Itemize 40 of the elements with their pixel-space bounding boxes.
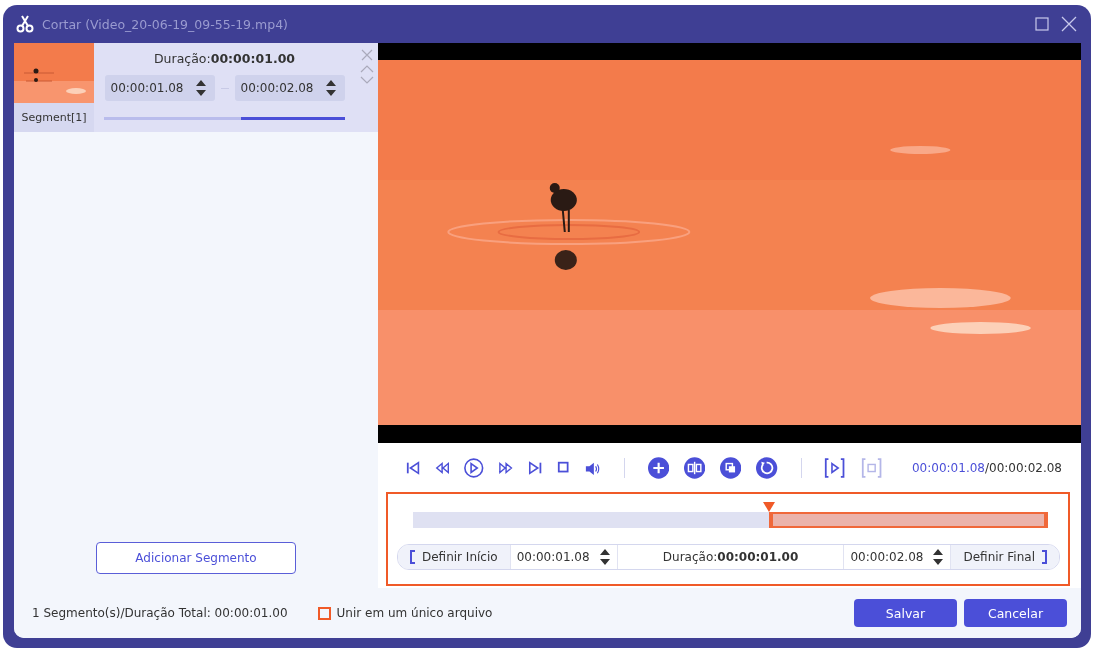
window-title: Cortar (Video_20-06-19_09-55-19.mp4) [42, 16, 288, 32]
maximize-icon[interactable] [1035, 17, 1049, 31]
add-icon[interactable] [647, 456, 669, 481]
trim-handle[interactable] [1044, 512, 1048, 528]
split-icon[interactable] [683, 456, 706, 481]
playback-time: 00:00:01.08/00:00:02.08 [912, 461, 1062, 476]
duration-text: Duração:00:00:01.00 [661, 549, 800, 566]
time-field[interactable]: 00:00:01.08 [509, 545, 618, 569]
timeline-track[interactable] [413, 512, 1048, 528]
skip-end-icon[interactable] [528, 460, 543, 477]
spinner-icon[interactable] [598, 547, 611, 567]
spinner-icon[interactable] [194, 78, 207, 98]
add-segment-button[interactable]: Adicionar Segmento [96, 542, 296, 574]
cancel-button[interactable]: Cancelar [964, 599, 1067, 627]
copy-icon[interactable] [720, 456, 742, 481]
time-field[interactable]: 00:00:01.08 [104, 75, 215, 101]
segment-label: Segment[1] [14, 103, 94, 132]
set-end-button[interactable]: Definir Final [951, 545, 1059, 569]
save-button[interactable]: Salvar [854, 599, 957, 627]
rewind-icon[interactable] [435, 460, 450, 477]
bracket-left-icon [410, 550, 416, 564]
fast-forward-icon[interactable] [498, 460, 514, 477]
time-field[interactable]: 00:00:02.08 [234, 75, 345, 101]
set-start-button[interactable]: Definir Início [398, 545, 510, 569]
preview-segment-icon[interactable] [824, 456, 846, 481]
play-icon[interactable] [464, 457, 484, 480]
volume-icon[interactable] [584, 460, 601, 477]
checkbox[interactable] [317, 606, 331, 620]
scissors-icon [16, 15, 34, 33]
checkbox-label: Unir em um único arquivo [336, 606, 493, 620]
reset-icon[interactable] [756, 456, 778, 481]
segment-card[interactable]: Segment[1] Duração:00:00:01.00 00:00:01.08 00:00:02.08 [14, 43, 378, 132]
close-icon[interactable] [1061, 16, 1077, 32]
trim-handle[interactable] [768, 512, 773, 528]
spinner-icon[interactable] [324, 78, 337, 98]
spinner-icon[interactable] [932, 547, 945, 567]
bracket-right-icon [1041, 550, 1047, 564]
duration-text: Duração:00:00:01.00 [153, 51, 296, 68]
status-text: 1 Segmento(s)/Duração Total: 00:00:01.00 [32, 606, 288, 620]
skip-start-icon[interactable] [406, 460, 421, 477]
